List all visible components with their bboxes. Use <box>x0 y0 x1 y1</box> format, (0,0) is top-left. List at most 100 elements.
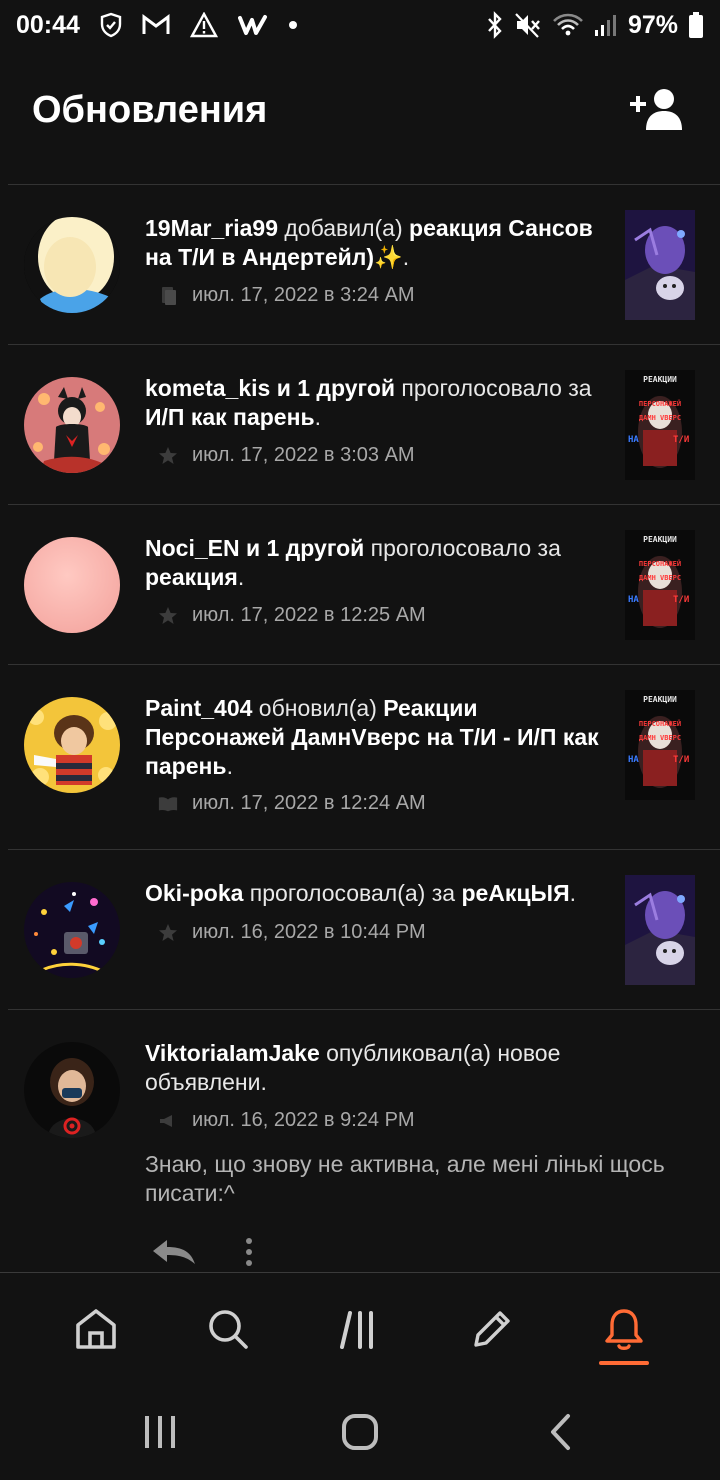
notification-dot-icon <box>288 10 298 40</box>
svg-text:РЕАКЦИИ: РЕАКЦИИ <box>643 375 677 384</box>
avatar[interactable] <box>24 217 120 313</box>
add-user-icon <box>630 89 682 130</box>
timestamp: июл. 17, 2022 в 3:03 AM <box>192 444 415 466</box>
battery-icon <box>688 10 704 40</box>
bell-icon <box>605 1308 643 1350</box>
more-vertical-icon <box>246 1238 252 1266</box>
story-title[interactable]: реакция <box>145 564 238 590</box>
feed-item[interactable]: Paint_404 обновил(а) Реакции Персонажей … <box>8 664 720 849</box>
back-button[interactable] <box>530 1402 590 1462</box>
feed-item[interactable]: Noci_EN и 1 другой проголосовало за реак… <box>8 504 720 664</box>
pencil-icon <box>474 1310 510 1347</box>
avatar[interactable] <box>24 377 120 473</box>
user-name[interactable]: ViktoriaIamJake <box>145 1040 320 1066</box>
user-name[interactable]: Oki-poka <box>145 880 243 906</box>
updates-feed: 19Mar_ria99 добавил(а) реакция Сансов на… <box>8 184 720 1271</box>
star-icon <box>158 446 178 466</box>
page-title: Обновления <box>32 88 268 131</box>
library-icon <box>340 1310 373 1349</box>
nav-home[interactable] <box>56 1289 136 1369</box>
reply-icon <box>153 1240 195 1264</box>
feed-item-text: Noci_EN и 1 другой проголосовало за реак… <box>145 535 561 590</box>
bluetooth-icon <box>486 10 504 40</box>
svg-text:РЕАКЦИИ: РЕАКЦИИ <box>643 695 677 704</box>
feed-item-meta: июл. 17, 2022 в 3:24 AM <box>158 284 415 307</box>
feed-item-meta: июл. 16, 2022 в 10:44 PM <box>158 921 426 944</box>
user-name[interactable]: Noci_EN и 1 другой <box>145 535 364 561</box>
timestamp: июл. 17, 2022 в 3:24 AM <box>192 284 415 306</box>
active-tab-indicator <box>599 1360 649 1365</box>
nav-search[interactable] <box>188 1289 268 1369</box>
feed-item-text: 19Mar_ria99 добавил(а) реакция Сансов на… <box>145 215 593 270</box>
avatar[interactable] <box>24 1042 120 1138</box>
wifi-icon <box>552 10 584 40</box>
avatar[interactable] <box>24 537 120 633</box>
svg-text:Т/И: Т/И <box>673 435 689 445</box>
home-circle-icon <box>342 1414 378 1450</box>
star-icon <box>158 606 178 626</box>
battery-percent: 97% <box>627 10 678 39</box>
svg-text:ПЕРСОНАЖЕЙ: ПЕРСОНАЖЕЙ <box>639 399 681 408</box>
story-title[interactable]: И/П как парень <box>145 404 315 430</box>
svg-text:Т/И: Т/И <box>673 755 689 765</box>
svg-text:ДАМН VВЕРС: ДАМН VВЕРС <box>639 734 681 742</box>
status-bar: 00:44 97% <box>0 0 720 50</box>
timestamp: июл. 17, 2022 в 12:24 AM <box>192 792 426 814</box>
nav-write[interactable] <box>452 1289 532 1369</box>
user-name[interactable]: kometa_kis и 1 другой <box>145 375 395 401</box>
back-chevron-icon <box>551 1414 570 1450</box>
svg-text:РЕАКЦИИ: РЕАКЦИИ <box>643 535 677 544</box>
svg-text:НА: НА <box>628 435 639 445</box>
avatar[interactable] <box>24 697 120 793</box>
timestamp: июл. 16, 2022 в 10:44 PM <box>192 921 426 943</box>
feed-item-meta: июл. 17, 2022 в 3:03 AM <box>158 444 415 467</box>
home-button[interactable] <box>330 1402 390 1462</box>
more-options-button[interactable] <box>234 1232 264 1272</box>
svg-text:ПЕРСОНАЖЕЙ: ПЕРСОНАЖЕЙ <box>639 559 681 568</box>
signal-icon <box>594 10 618 40</box>
feed-item[interactable]: kometa_kis и 1 другой проголосовало за И… <box>8 344 720 504</box>
feed-item[interactable]: ViktoriaIamJake опубликовал(а) новое объ… <box>8 1009 720 1271</box>
feed-item-text: ViktoriaIamJake опубликовал(а) новое объ… <box>145 1040 561 1095</box>
user-name[interactable]: Paint_404 <box>145 695 252 721</box>
story-cover[interactable]: РЕАКЦИИ ПЕРСОНАЖЕЙ ДАМН VВЕРС НА Т/И <box>625 690 695 800</box>
feed-item-meta: июл. 17, 2022 в 12:24 AM <box>158 792 426 815</box>
recent-apps-button[interactable] <box>130 1402 190 1462</box>
feed-item-meta: июл. 16, 2022 в 9:24 PM <box>158 1109 415 1132</box>
add-user-button[interactable] <box>628 80 688 140</box>
megaphone-icon <box>158 1111 178 1131</box>
svg-text:ДАМН VВЕРС: ДАМН VВЕРС <box>639 414 681 422</box>
nav-library[interactable] <box>320 1289 400 1369</box>
app-header: Обновления <box>0 60 720 160</box>
avatar[interactable] <box>24 882 120 978</box>
user-name[interactable]: 19Mar_ria99 <box>145 215 278 241</box>
story-cover[interactable]: РЕАКЦИИ ПЕРСОНАЖЕЙ ДАМН VВЕРС НА Т/И <box>625 530 695 640</box>
feed-item[interactable]: Oki-poka проголосовал(а) за реАкцЫЯ. июл… <box>8 849 720 1009</box>
feed-item-text: Paint_404 обновил(а) Реакции Персонажей … <box>145 695 599 779</box>
announcement-text: Знаю, що знову не активна, але мені лінь… <box>145 1151 665 1206</box>
mute-icon <box>514 10 542 40</box>
reply-button[interactable] <box>148 1235 200 1269</box>
story-cover[interactable] <box>625 875 695 985</box>
svg-text:Т/И: Т/И <box>673 595 689 605</box>
search-icon <box>209 1309 248 1349</box>
nav-notifications[interactable] <box>584 1289 664 1369</box>
wattpad-icon <box>237 10 268 40</box>
status-time: 00:44 <box>16 10 80 39</box>
story-cover[interactable] <box>625 210 695 320</box>
shield-icon <box>100 10 122 40</box>
warning-icon <box>189 10 218 40</box>
bottom-navigation <box>0 1272 720 1384</box>
feed-item-meta: июл. 17, 2022 в 12:25 AM <box>158 604 426 627</box>
feed-item-text: Oki-poka проголосовал(а) за реАкцЫЯ. <box>145 880 576 906</box>
story-title[interactable]: реАкцЫЯ <box>461 880 569 906</box>
svg-text:ДАМН VВЕРС: ДАМН VВЕРС <box>639 574 681 582</box>
timestamp: июл. 17, 2022 в 12:25 AM <box>192 604 426 626</box>
story-cover[interactable]: РЕАКЦИИ ПЕРСОНАЖЕЙ ДАМН VВЕРС НА Т/И <box>625 370 695 480</box>
home-icon <box>76 1308 116 1349</box>
book-icon <box>158 794 178 814</box>
svg-text:НА: НА <box>628 595 639 605</box>
feed-item[interactable]: 19Mar_ria99 добавил(а) реакция Сансов на… <box>8 184 720 344</box>
star-icon <box>158 923 178 943</box>
svg-text:НА: НА <box>628 755 639 765</box>
